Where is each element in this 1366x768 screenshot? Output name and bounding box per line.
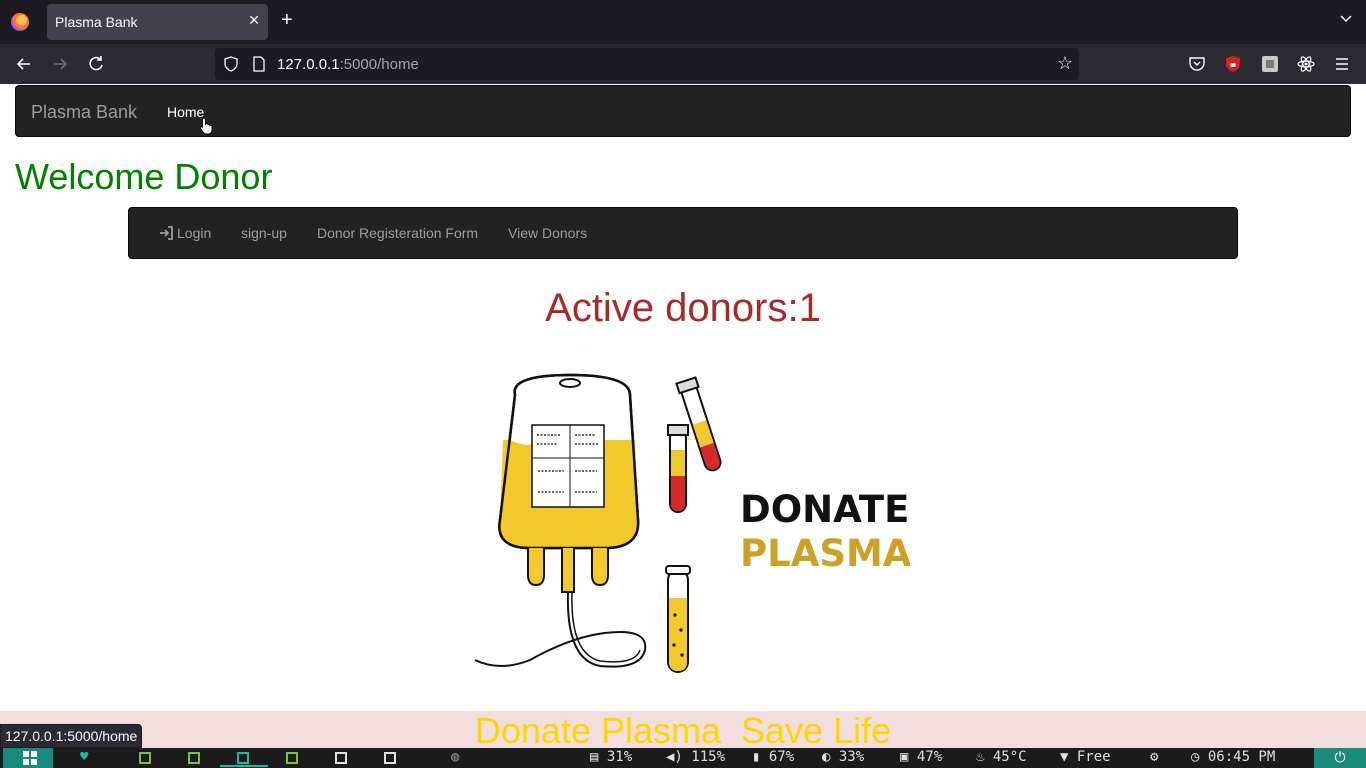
shield-icon[interactable]	[223, 56, 239, 72]
footer-slogan: Donate Plasma Save Life	[474, 710, 892, 751]
url-bar[interactable]: 127.0.0.1:5000/home ☆	[215, 48, 1079, 80]
status-url-tooltip: 127.0.0.1:5000/home	[0, 724, 143, 748]
welcome-heading: Welcome Donor	[15, 156, 273, 197]
workspace-4[interactable]	[286, 752, 298, 764]
workspace-6[interactable]	[384, 752, 396, 764]
chevron-down-icon[interactable]	[1340, 12, 1352, 24]
menu-icon[interactable]	[1333, 55, 1351, 73]
bookmark-star-icon[interactable]: ☆	[1057, 53, 1073, 74]
page-footer: Donate Plasma Save Life	[0, 710, 1366, 751]
temperature-stat: ♨ 45°C	[976, 749, 1027, 765]
donate-plasma-image: DONATE PLASMA	[474, 373, 910, 673]
browser-toolbar: 127.0.0.1:5000/home ☆	[0, 44, 1366, 84]
start-menu-button[interactable]	[3, 748, 53, 768]
page-info-icon[interactable]	[251, 56, 267, 72]
login-link[interactable]: Login	[159, 225, 211, 241]
donor-navbar: Login sign-up Donor Registeration Form V…	[128, 207, 1238, 259]
browser-tab-bar: Plasma Bank ✕ +	[0, 0, 1366, 44]
reload-icon[interactable]	[86, 54, 106, 74]
brand-link[interactable]: Plasma Bank	[31, 102, 137, 123]
close-tab-icon[interactable]: ✕	[248, 12, 260, 29]
login-icon	[160, 226, 173, 240]
donate-text: DONATE	[740, 488, 909, 531]
cpu-stat: ▣ 47%	[900, 749, 943, 765]
react-devtools-icon[interactable]	[1297, 55, 1315, 73]
workspace-5[interactable]	[335, 752, 347, 764]
battery-stat: ▮ 67%	[752, 749, 795, 765]
back-icon[interactable]	[14, 54, 34, 74]
workspace-2[interactable]	[188, 752, 200, 764]
view-donors-link[interactable]: View Donors	[508, 225, 587, 241]
ublock-shield-icon[interactable]	[1224, 55, 1242, 73]
active-donors-count: Active donors:1	[545, 286, 821, 330]
storage-stat: ▤ 31%	[590, 749, 633, 765]
workspace-1[interactable]	[139, 752, 151, 764]
clock-stat: ◷ 06:45 PM	[1191, 749, 1276, 765]
active-workspace-indicator	[220, 765, 268, 767]
grid-icon	[23, 751, 37, 765]
volume-stat[interactable]: ◀) 115%	[666, 749, 725, 765]
firefox-icon	[11, 13, 29, 31]
power-icon[interactable]: ⏻	[1314, 748, 1366, 768]
pocket-icon[interactable]	[1188, 55, 1206, 73]
extension-icon[interactable]	[1261, 55, 1279, 73]
donor-registration-link[interactable]: Donor Registeration Form	[317, 225, 478, 241]
site-navbar: Plasma Bank Home	[15, 85, 1351, 137]
plasma-text: PLASMA	[740, 532, 910, 575]
settings-icon[interactable]: ⚙	[1150, 749, 1158, 765]
os-taskbar: ♥ ◍ ▤ 31% ◀) 115% ▮ 67% ◐ 33% ▣ 47% ♨ 45…	[0, 748, 1366, 768]
wifi-stat[interactable]: ▼ Free	[1060, 749, 1111, 765]
login-label: Login	[177, 225, 212, 241]
tab-title: Plasma Bank	[55, 14, 138, 30]
heart-icon: ♥	[80, 749, 89, 765]
tab-plasma-bank[interactable]: Plasma Bank ✕	[47, 4, 268, 40]
workspace-3-active[interactable]	[237, 752, 249, 764]
hand-cursor-icon	[199, 117, 213, 135]
forward-icon[interactable]	[50, 54, 70, 74]
new-tab-button[interactable]: +	[281, 10, 293, 30]
brightness-stat[interactable]: ◐ 33%	[822, 749, 864, 765]
globe-icon: ◍	[451, 749, 460, 765]
signup-link[interactable]: sign-up	[241, 225, 287, 241]
url-text: 127.0.0.1:5000/home	[277, 56, 419, 73]
